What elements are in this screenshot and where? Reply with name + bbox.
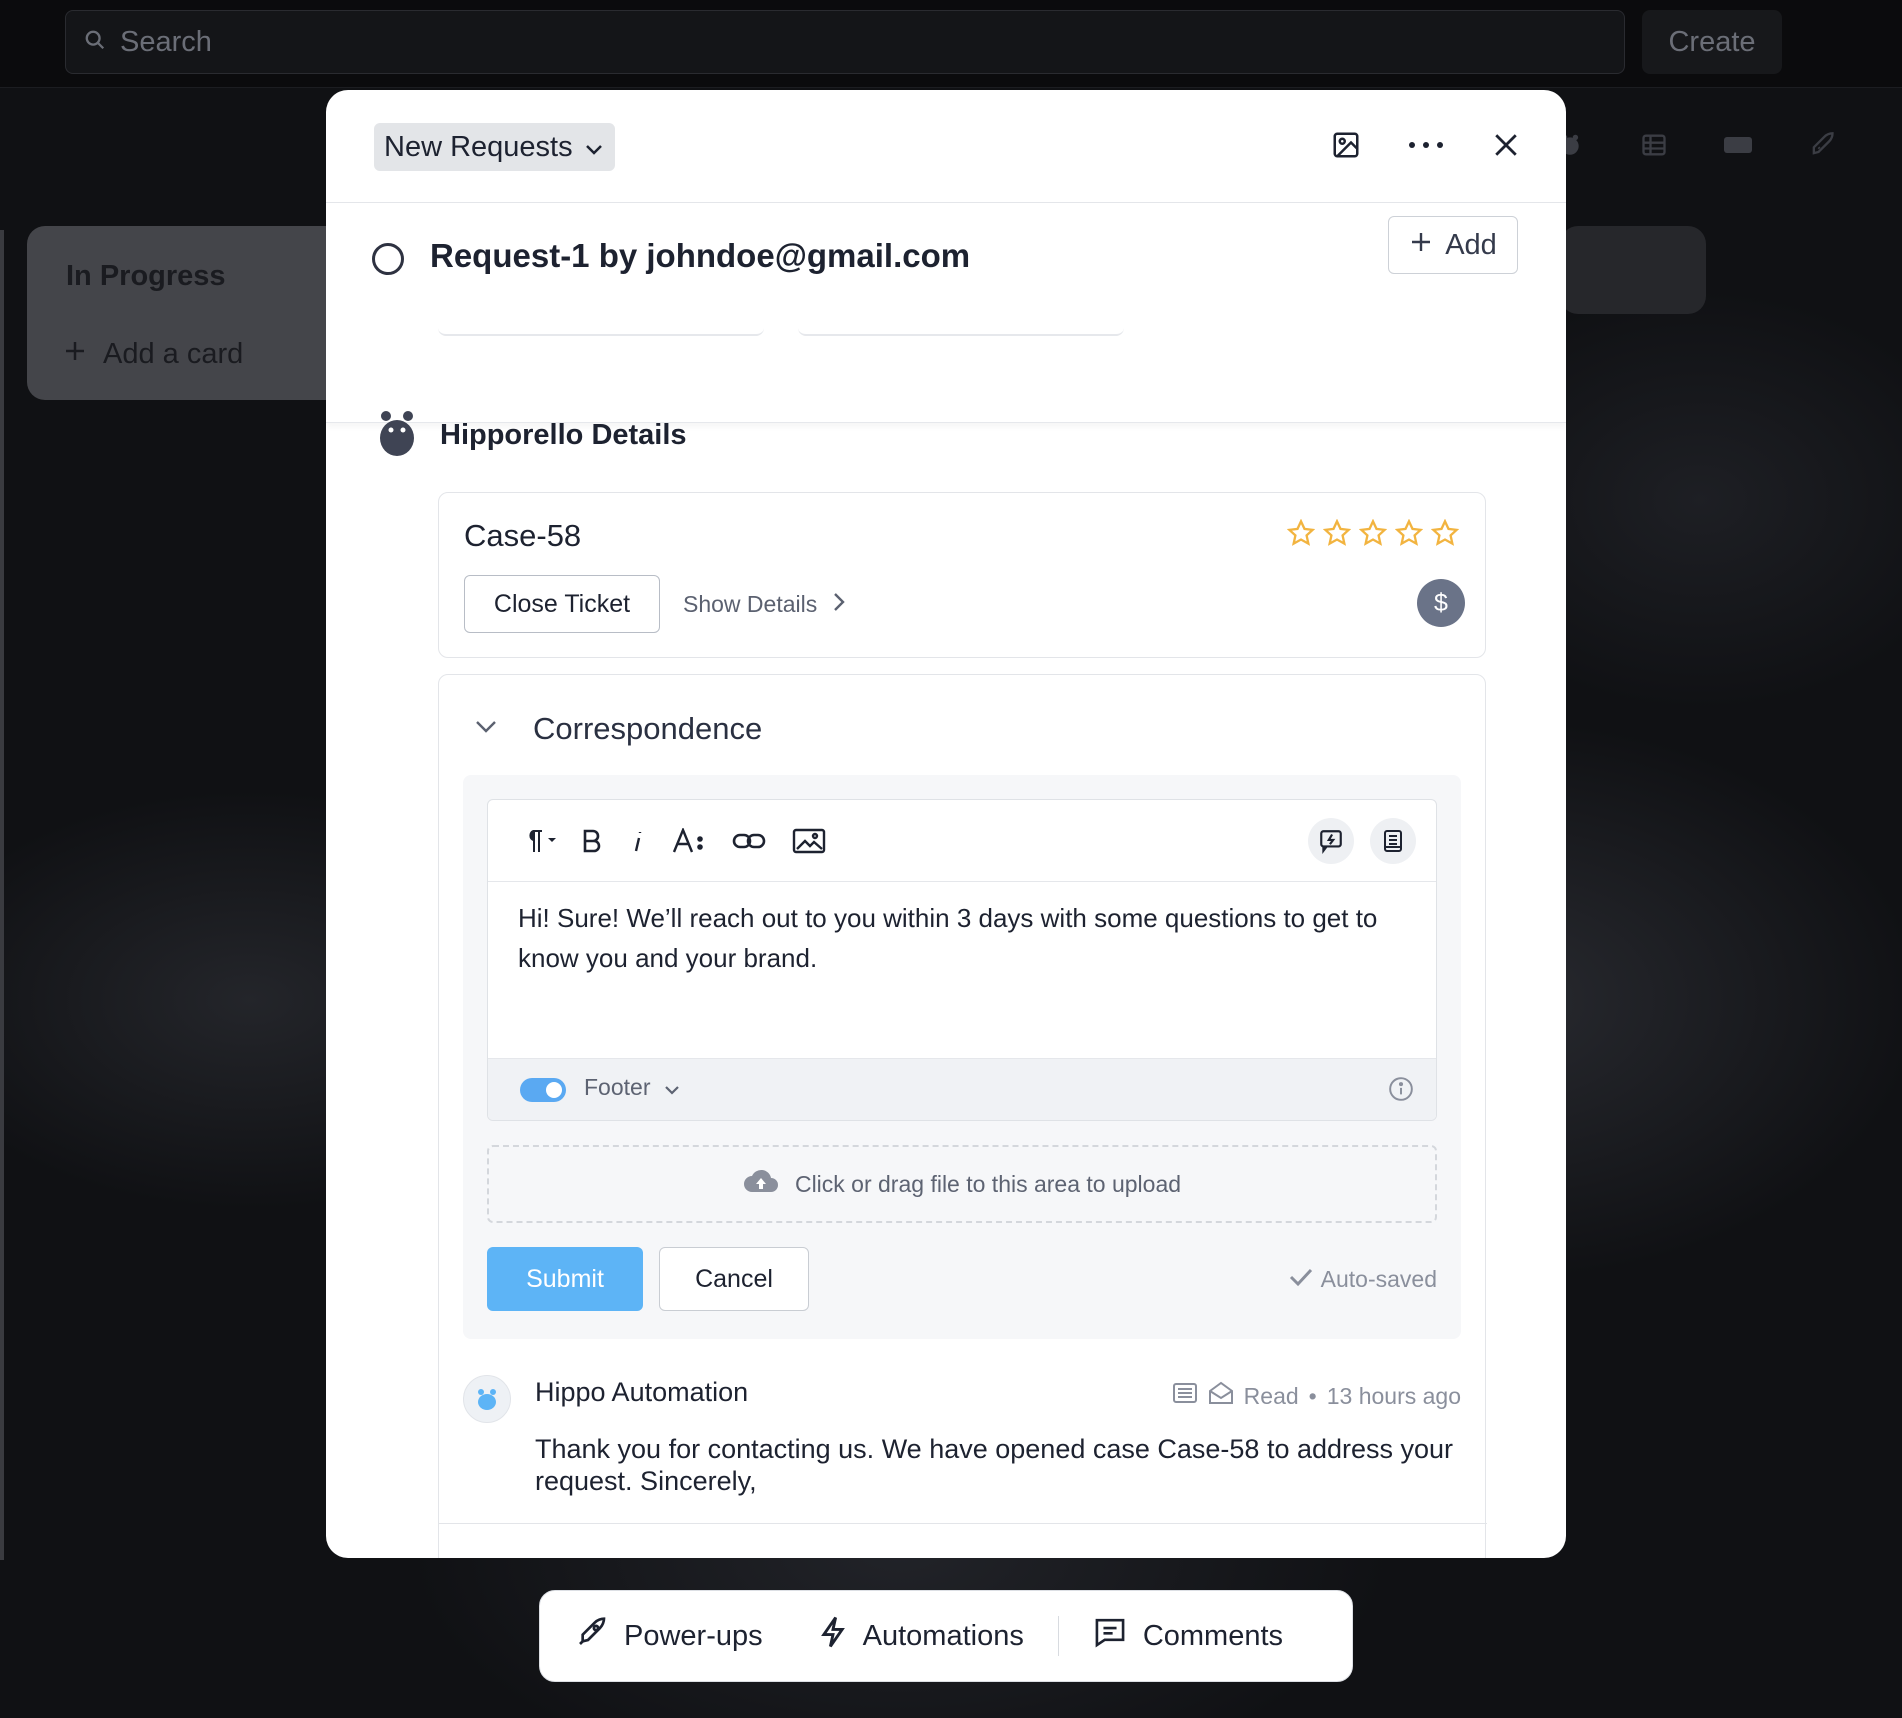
card-view-icon[interactable] xyxy=(1718,125,1758,165)
list-title: In Progress xyxy=(66,260,226,292)
star-icon[interactable] xyxy=(1287,519,1315,547)
more-icon[interactable] xyxy=(1406,120,1446,170)
list-name: New Requests xyxy=(384,130,573,163)
rocket-icon[interactable] xyxy=(1802,125,1842,165)
read-status: Read xyxy=(1243,1382,1299,1409)
add-label: Add xyxy=(1445,228,1497,261)
list-column-2 xyxy=(1560,226,1706,314)
image-icon[interactable] xyxy=(792,820,826,862)
paragraph-icon[interactable] xyxy=(522,820,556,862)
dock-divider xyxy=(1057,1616,1059,1656)
cover-image-icon[interactable] xyxy=(1326,120,1366,170)
chevron-down-icon xyxy=(585,131,603,164)
footer-label: Footer xyxy=(584,1074,651,1100)
check-icon xyxy=(1289,1266,1313,1293)
search-placeholder: Search xyxy=(120,25,212,58)
correspondence-card: Correspondence Hi! Sure! We’ll reach out… xyxy=(438,674,1487,1558)
star-icon[interactable] xyxy=(1431,519,1459,547)
autosave-label: Auto-saved xyxy=(1320,1266,1437,1292)
list-selector[interactable]: New Requests xyxy=(374,123,615,171)
add-card-label: Add a card xyxy=(103,338,244,370)
editor-toolbar xyxy=(488,800,1436,882)
case-name: Case-58 xyxy=(464,518,582,553)
bold-icon[interactable] xyxy=(582,820,602,862)
info-icon[interactable] xyxy=(1388,1076,1414,1107)
powerup-section-header: Hipporello Details xyxy=(376,408,687,463)
powerups-label: Power-ups xyxy=(624,1619,763,1652)
assignee-avatar[interactable]: $ xyxy=(1417,579,1465,627)
font-size-icon[interactable] xyxy=(672,820,706,862)
card-modal: New Requests Request-1 by johndoe@gmail.… xyxy=(326,90,1566,1558)
table-icon[interactable] xyxy=(1634,125,1674,165)
comment-icon xyxy=(1093,1616,1127,1656)
lightning-icon xyxy=(819,1615,847,1657)
correspondence-title: Correspondence xyxy=(533,711,763,746)
link-icon[interactable] xyxy=(732,820,766,862)
powerup-section-title: Hipporello Details xyxy=(440,419,687,451)
italic-icon[interactable] xyxy=(628,820,646,862)
chevron-down-icon xyxy=(475,720,497,739)
footer-toggle[interactable] xyxy=(520,1078,566,1102)
search-input[interactable]: Search xyxy=(65,10,1625,74)
editor-content[interactable]: Hi! Sure! We’ll reach out to you within … xyxy=(518,898,1408,978)
add-button[interactable]: Add xyxy=(1388,216,1518,274)
modal-header: New Requests xyxy=(326,90,1566,203)
cloud-upload-icon xyxy=(743,1168,779,1200)
compose-area: Hi! Sure! We’ll reach out to you within … xyxy=(463,775,1461,1339)
powerups-button[interactable]: Power-ups xyxy=(576,1616,763,1656)
hippo-icon xyxy=(376,408,418,463)
comments-button[interactable]: Comments xyxy=(1093,1616,1283,1656)
rating-stars[interactable] xyxy=(1287,519,1459,547)
comments-label: Comments xyxy=(1142,1619,1284,1652)
plus-icon xyxy=(63,338,87,371)
create-button[interactable]: Create xyxy=(1642,10,1782,74)
footer-dropdown[interactable]: Footer xyxy=(584,1074,680,1101)
close-icon[interactable] xyxy=(1486,120,1526,170)
star-icon[interactable] xyxy=(1359,519,1387,547)
case-card: Case-58 Close Ticket Show Details $ xyxy=(438,492,1486,658)
chevron-down-icon xyxy=(664,1074,680,1101)
upload-text: Click or drag file to this area to uploa… xyxy=(794,1170,1182,1197)
show-details-label: Show Details xyxy=(683,591,818,617)
chevron-right-icon xyxy=(833,591,845,618)
upload-dropzone[interactable]: Click or drag file to this area to uploa… xyxy=(487,1145,1437,1223)
bottom-dock: Power-ups Automations Comments xyxy=(539,1590,1353,1682)
automations-label: Automations xyxy=(862,1619,1024,1652)
star-icon[interactable] xyxy=(1323,519,1351,547)
automations-button[interactable]: Automations xyxy=(819,1615,1024,1657)
close-ticket-button[interactable]: Close Ticket xyxy=(464,575,660,633)
complete-checkbox[interactable] xyxy=(372,243,404,275)
card-title-bar: Request-1 by johndoe@gmail.com xyxy=(326,203,1566,423)
divider xyxy=(439,1523,1487,1524)
message-author: Hippo Automation xyxy=(535,1377,749,1407)
envelope-open-icon xyxy=(1208,1381,1234,1411)
hippo-icon xyxy=(478,1389,496,1410)
rocket-icon xyxy=(576,1616,608,1656)
plus-icon xyxy=(1409,229,1433,262)
hidden-chips xyxy=(438,326,1124,336)
top-bar: Search Create xyxy=(0,0,1902,88)
message-body: Thank you for contacting us. We have ope… xyxy=(535,1434,1454,1496)
card-title[interactable]: Request-1 by johndoe@gmail.com xyxy=(430,237,970,275)
message-time: 13 hours ago xyxy=(1326,1382,1461,1409)
submit-button[interactable]: Submit xyxy=(487,1247,643,1311)
add-card-button[interactable]: Add a card xyxy=(63,338,243,371)
correspondence-header[interactable]: Correspondence xyxy=(475,711,762,747)
cancel-button[interactable]: Cancel xyxy=(659,1247,809,1311)
list-icon[interactable] xyxy=(1172,1382,1198,1410)
template-icon[interactable] xyxy=(1370,818,1416,864)
left-edge xyxy=(0,230,4,1560)
avatar xyxy=(463,1375,511,1423)
board-toolbar xyxy=(1550,125,1842,165)
show-details-link[interactable]: Show Details xyxy=(683,591,845,618)
quick-reply-icon[interactable] xyxy=(1308,818,1354,864)
rich-text-editor: Hi! Sure! We’ll reach out to you within … xyxy=(487,799,1437,1121)
autosave-status: Auto-saved xyxy=(1289,1266,1437,1293)
star-icon[interactable] xyxy=(1395,519,1423,547)
dot-separator: • xyxy=(1308,1382,1317,1409)
header-actions xyxy=(1326,120,1526,170)
message-meta: Read • 13 hours ago xyxy=(1172,1381,1461,1411)
search-icon xyxy=(84,26,106,59)
footer-bar: Footer xyxy=(488,1058,1436,1120)
